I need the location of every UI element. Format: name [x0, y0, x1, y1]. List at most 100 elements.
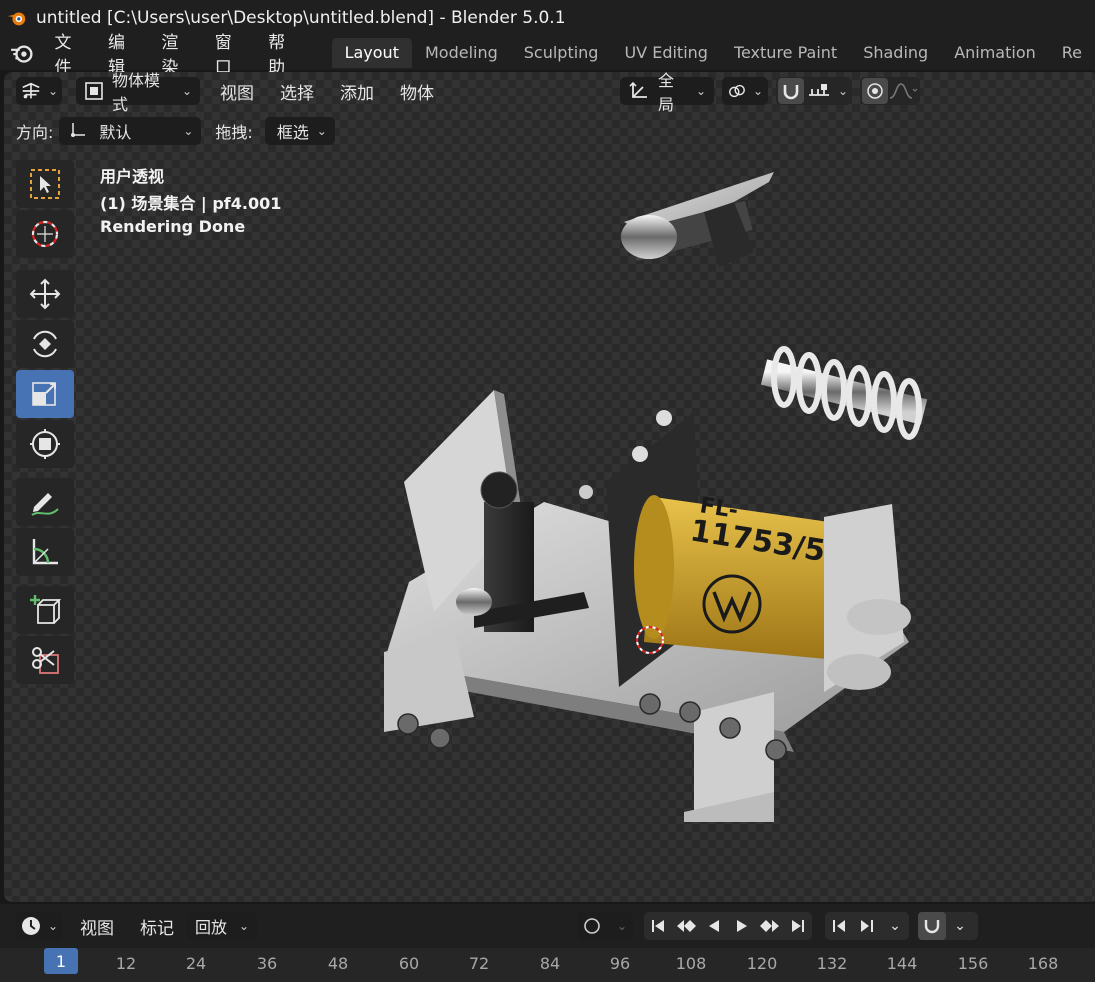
frame-tick-label: 36 — [256, 954, 278, 973]
tool-knife[interactable] — [16, 636, 74, 684]
knife-cut-icon — [32, 647, 59, 674]
menu-add[interactable]: 添加 — [340, 79, 374, 104]
playback-dropdown[interactable]: 回放 ⌄ — [187, 912, 257, 940]
falloff-curve-icon[interactable] — [888, 81, 918, 101]
timeline-menu-view[interactable]: 视图 — [80, 914, 114, 939]
prev-frame-button[interactable] — [825, 912, 853, 940]
snap-increment-icon[interactable] — [806, 81, 832, 101]
menu-select[interactable]: 选择 — [280, 79, 314, 104]
editor-type-dropdown[interactable]: ⌄ — [16, 77, 62, 105]
tool-annotate[interactable] — [16, 478, 74, 526]
orientation-setting-label: 方向: — [16, 123, 54, 142]
chevron-down-icon: ⌄ — [954, 918, 966, 934]
rendered-solenoid-model[interactable]: FL- 11753/50V — [364, 172, 944, 822]
rotate-icon — [33, 330, 57, 358]
tool-add-cube[interactable] — [16, 586, 74, 634]
pivot-point-dropdown[interactable]: ⌄ — [722, 77, 768, 105]
3d-viewport-icon — [22, 82, 40, 99]
tool-transform[interactable] — [16, 420, 74, 468]
tool-scale[interactable] — [16, 370, 74, 418]
menu-object[interactable]: 物体 — [400, 79, 434, 104]
tool-settings-bar: 方向: 默认 ⌄ 拖拽: 框选 ⌄ — [16, 116, 335, 146]
tool-move[interactable] — [16, 270, 74, 318]
timeline-snap-dropdown[interactable]: ⌄ — [946, 912, 974, 940]
timeline-header: ⌄ 视图 标记 回放 ⌄ ⌄ ⌄ ⌄ — [0, 904, 1095, 948]
drag-setting-dropdown[interactable]: 框选 ⌄ — [264, 117, 335, 145]
blender-logo-icon — [7, 12, 26, 26]
jump-start-icon — [652, 920, 664, 932]
menu-view[interactable]: 视图 — [220, 79, 254, 104]
snap-toggle[interactable] — [778, 78, 804, 104]
jump-end-icon — [792, 920, 804, 932]
menu-render[interactable]: 渲染 — [151, 28, 204, 78]
tool-select-box[interactable] — [16, 160, 74, 208]
frame-tick-label: 48 — [327, 954, 349, 973]
next-keyframe-button[interactable] — [756, 912, 784, 940]
tab-animation[interactable]: Animation — [941, 38, 1049, 68]
menu-file[interactable]: 文件 — [45, 28, 98, 78]
floating-arm-part — [621, 172, 774, 267]
top-menu-bar: 文件 编辑 渲染 窗口 帮助 Layout Modeling Sculpting… — [0, 33, 1095, 78]
menu-edit[interactable]: 编辑 — [98, 28, 151, 78]
frame-tick-label: 84 — [539, 954, 561, 973]
magnet-icon — [924, 920, 940, 934]
step-back-icon — [833, 920, 845, 932]
playback-label: 回放 — [195, 918, 228, 937]
menu-help[interactable]: 帮助 — [258, 28, 311, 78]
tab-shading[interactable]: Shading — [850, 38, 941, 68]
record-circle-icon — [584, 918, 600, 934]
timeline-snap-toggle[interactable] — [918, 912, 946, 940]
tab-sculpting[interactable]: Sculpting — [511, 38, 612, 68]
pivot-icon — [728, 84, 745, 98]
timeline-ruler[interactable]: 1 12 24 36 48 60 72 84 96 108 120 132 14… — [0, 948, 1095, 982]
transform-orientation-dropdown[interactable]: 全局 ⌄ — [620, 72, 714, 114]
chevron-down-icon: ⌄ — [47, 84, 58, 98]
mode-dropdown[interactable]: 物体模式 ⌄ — [76, 72, 200, 114]
blender-menu-icon[interactable] — [9, 40, 35, 66]
tool-cursor[interactable] — [16, 210, 74, 258]
add-cube-icon — [30, 595, 62, 624]
chevron-down-icon[interactable]: ⌄ — [838, 84, 848, 98]
frame-tick-label: 120 — [746, 954, 778, 973]
tool-measure[interactable] — [16, 528, 74, 576]
frame-tick-label: 24 — [185, 954, 207, 973]
menu-window[interactable]: 窗口 — [205, 28, 258, 78]
jump-end-button[interactable] — [784, 912, 812, 940]
jump-start-button[interactable] — [644, 912, 672, 940]
3d-viewport[interactable]: ⌄ 物体模式 ⌄ 视图 选择 添加 物体 全局 ⌄ ⌄ ⌄ 方向: 默认 ⌄ 拖… — [4, 72, 1095, 902]
current-frame-indicator[interactable]: 1 — [44, 948, 78, 974]
object-mode-icon — [85, 82, 103, 100]
chevron-down-icon: ⌄ — [316, 124, 327, 138]
timeline-menu-marker[interactable]: 标记 — [140, 914, 174, 939]
scale-icon — [32, 382, 56, 406]
tab-uv-editing[interactable]: UV Editing — [611, 38, 720, 68]
tool-rotate[interactable] — [16, 320, 74, 368]
next-frame-button[interactable] — [853, 912, 881, 940]
viewport-header-right: 全局 ⌄ ⌄ ⌄ — [620, 72, 920, 114]
timeline-editor-type-dropdown[interactable]: ⌄ — [16, 912, 62, 940]
chevron-down-icon: ⌄ — [183, 124, 194, 138]
chevron-down-icon: ⌄ — [47, 919, 58, 933]
play-reverse-button[interactable] — [700, 912, 728, 940]
spring-part — [760, 346, 928, 440]
3d-cursor-icon — [31, 220, 59, 248]
prev-keyframe-button[interactable] — [672, 912, 700, 940]
frame-step-dropdown[interactable]: ⌄ — [881, 912, 909, 940]
annotate-pencil-icon — [31, 493, 59, 516]
workspace-tabs: Layout Modeling Sculpting UV Editing Tex… — [331, 38, 1095, 68]
orientation-setting-dropdown[interactable]: 默认 ⌄ — [59, 117, 202, 145]
auto-keying-group[interactable]: ⌄ — [577, 912, 633, 940]
tab-texture-paint[interactable]: Texture Paint — [721, 38, 850, 68]
orientation-gizmo-icon — [71, 123, 86, 137]
clock-icon — [21, 917, 40, 935]
orientation-axes-icon — [629, 81, 647, 98]
collection-label: (1) 场景集合 | pf4.001 — [100, 194, 282, 213]
view-name-label: 用户透视 — [100, 167, 165, 186]
proportional-edit-toggle[interactable] — [862, 78, 888, 104]
play-button[interactable] — [728, 912, 756, 940]
tab-modeling[interactable]: Modeling — [412, 38, 511, 68]
tab-layout[interactable]: Layout — [331, 38, 412, 68]
frame-tick-label: 12 — [115, 954, 137, 973]
tab-rendering-truncated[interactable]: Re — [1049, 38, 1095, 68]
proportional-edit-icon — [867, 83, 883, 99]
